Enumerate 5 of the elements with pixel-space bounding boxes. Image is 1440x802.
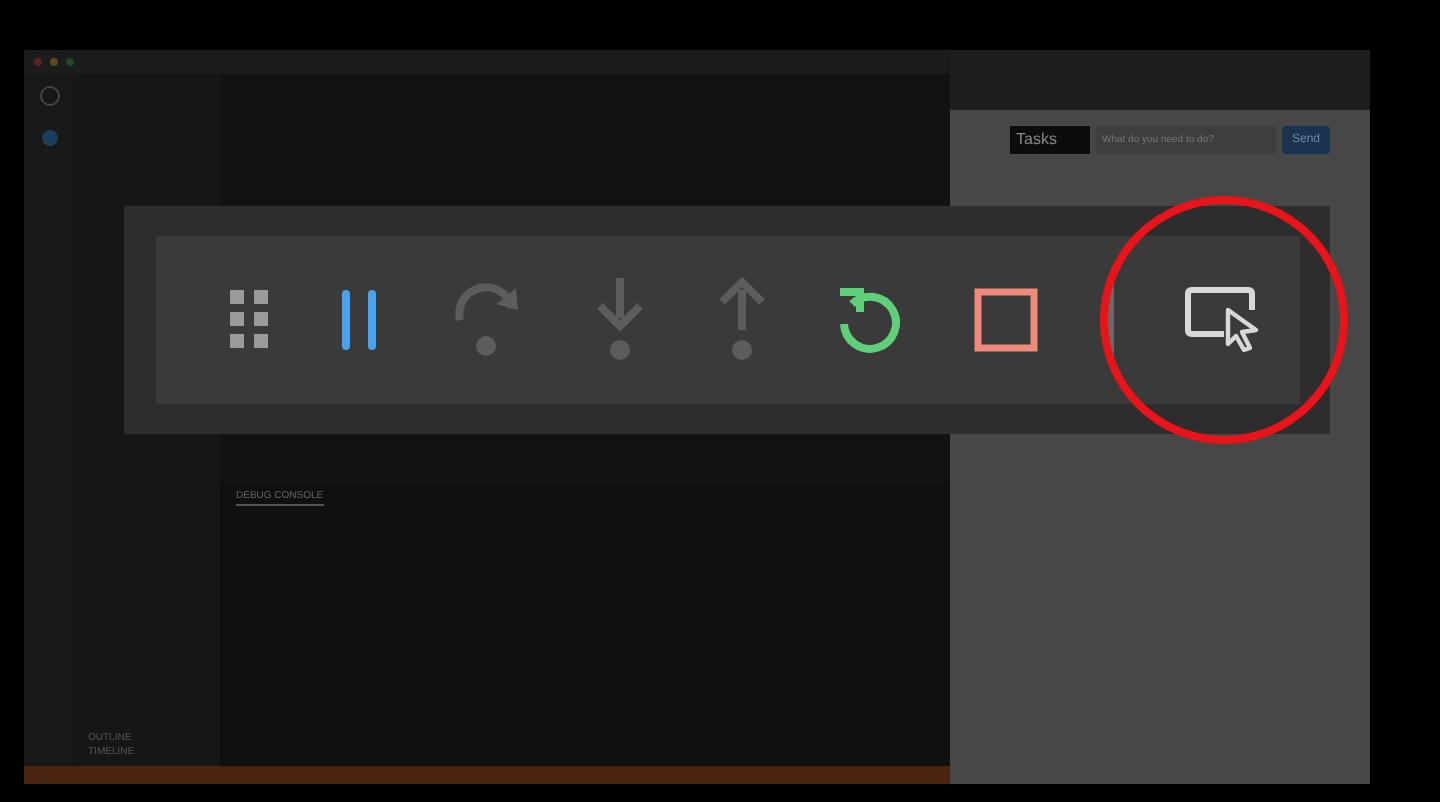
stop-icon[interactable] (974, 288, 1038, 352)
screen-pointer-icon[interactable] (1183, 286, 1263, 354)
tasks-label: Tasks (1010, 126, 1090, 154)
restart-icon[interactable] (836, 286, 905, 354)
drag-handle-icon[interactable] (229, 290, 269, 350)
